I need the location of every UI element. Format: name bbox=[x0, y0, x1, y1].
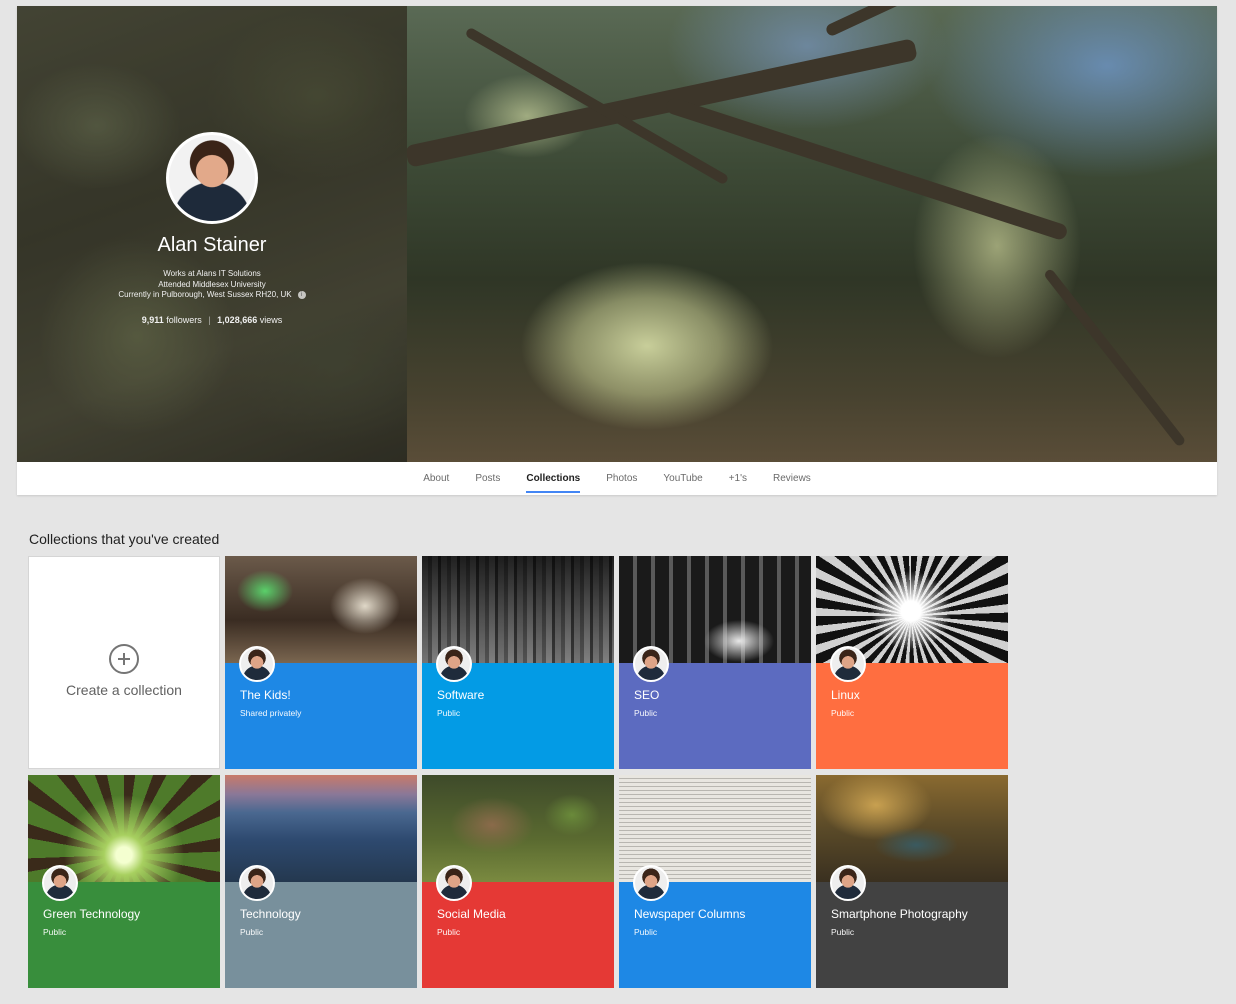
cover-branch bbox=[1043, 267, 1187, 448]
collection-title: Software bbox=[437, 688, 485, 702]
profile-education: Attended Middlesex University bbox=[158, 279, 266, 289]
collection-title: SEO bbox=[634, 688, 660, 702]
collection-visibility: Public bbox=[437, 927, 461, 937]
cover-photo bbox=[407, 6, 1217, 462]
cover-branch bbox=[664, 96, 1069, 242]
add-circle-icon bbox=[109, 643, 139, 674]
collection-card-technology[interactable]: Technology Public bbox=[225, 775, 417, 988]
tab-plus-ones[interactable]: +1's bbox=[716, 462, 760, 495]
collection-card-software[interactable]: Software Public bbox=[422, 556, 614, 769]
tab-reviews[interactable]: Reviews bbox=[760, 462, 824, 495]
owner-avatar bbox=[830, 865, 866, 901]
collection-visibility: Public bbox=[831, 927, 855, 937]
collections-grid: Create a collection The Kids! Shared pri… bbox=[28, 556, 1008, 988]
collection-visibility: Public bbox=[437, 708, 461, 718]
profile-details: Works at Alans IT Solutions Attended Mid… bbox=[17, 269, 407, 301]
collection-card-linux[interactable]: Linux Public bbox=[816, 556, 1008, 769]
cover-branch bbox=[824, 6, 1129, 38]
collection-title: Technology bbox=[240, 907, 301, 921]
collection-visibility: Public bbox=[634, 708, 658, 718]
profile-avatar[interactable] bbox=[166, 132, 258, 224]
create-collection-button[interactable]: Create a collection bbox=[28, 556, 220, 769]
collection-visibility: Public bbox=[240, 927, 264, 937]
tab-posts[interactable]: Posts bbox=[462, 462, 513, 495]
collection-card-social-media[interactable]: Social Media Public bbox=[422, 775, 614, 988]
collection-visibility: Shared privately bbox=[240, 708, 302, 718]
views-count: 1,028,666 bbox=[217, 314, 258, 325]
collection-title: Linux bbox=[831, 688, 860, 702]
owner-avatar bbox=[436, 646, 472, 682]
collection-title: The Kids! bbox=[240, 688, 291, 702]
profile-panel: Alan Stainer Works at Alans IT Solutions… bbox=[17, 6, 407, 462]
collection-card-the-kids[interactable]: The Kids! Shared privately bbox=[225, 556, 417, 769]
profile-location: Currently in Pulborough, West Sussex RH2… bbox=[118, 290, 292, 299]
stats-divider: | bbox=[208, 314, 211, 325]
views-label: views bbox=[259, 314, 283, 325]
tab-photos[interactable]: Photos bbox=[593, 462, 650, 495]
collection-title: Green Technology bbox=[43, 907, 141, 921]
collection-visibility: Public bbox=[634, 927, 658, 937]
tab-about[interactable]: About bbox=[410, 462, 462, 495]
collection-card-newspaper-columns[interactable]: Newspaper Columns Public bbox=[619, 775, 811, 988]
info-icon[interactable]: i bbox=[297, 290, 306, 299]
create-collection-label: Create a collection bbox=[66, 681, 182, 698]
collection-visibility: Public bbox=[831, 708, 855, 718]
collection-card-seo[interactable]: SEO Public bbox=[619, 556, 811, 769]
owner-avatar bbox=[239, 646, 275, 682]
tab-youtube[interactable]: YouTube bbox=[650, 462, 715, 495]
owner-avatar bbox=[436, 865, 472, 901]
collection-title: Social Media bbox=[437, 907, 506, 921]
owner-avatar bbox=[633, 865, 669, 901]
profile-name: Alan Stainer bbox=[157, 234, 267, 256]
owner-avatar bbox=[239, 865, 275, 901]
owner-avatar bbox=[42, 865, 78, 901]
owner-avatar bbox=[633, 646, 669, 682]
profile-info: Alan Stainer Works at Alans IT Solutions… bbox=[17, 132, 407, 325]
collection-card-smartphone-photography[interactable]: Smartphone Photography Public bbox=[816, 775, 1008, 988]
profile-stats: 9,911 followers | 1,028,666 views bbox=[17, 315, 407, 325]
profile-location-row: Currently in Pulborough, West Sussex RH2… bbox=[17, 290, 407, 301]
profile-tabs: About Posts Collections Photos YouTube +… bbox=[17, 462, 1217, 495]
collection-title: Smartphone Photography bbox=[831, 907, 968, 921]
collections-section-title: Collections that you've created bbox=[29, 531, 220, 547]
profile-work: Works at Alans IT Solutions bbox=[163, 269, 261, 278]
collection-visibility: Public bbox=[43, 927, 67, 937]
profile-header: Alan Stainer Works at Alans IT Solutions… bbox=[17, 6, 1217, 495]
followers-label: followers bbox=[166, 314, 202, 325]
owner-avatar bbox=[830, 646, 866, 682]
collection-card-green-technology[interactable]: Green Technology Public bbox=[28, 775, 220, 988]
followers-count[interactable]: 9,911 bbox=[142, 315, 164, 325]
collection-title: Newspaper Columns bbox=[634, 907, 746, 921]
tab-collections[interactable]: Collections bbox=[513, 462, 593, 495]
